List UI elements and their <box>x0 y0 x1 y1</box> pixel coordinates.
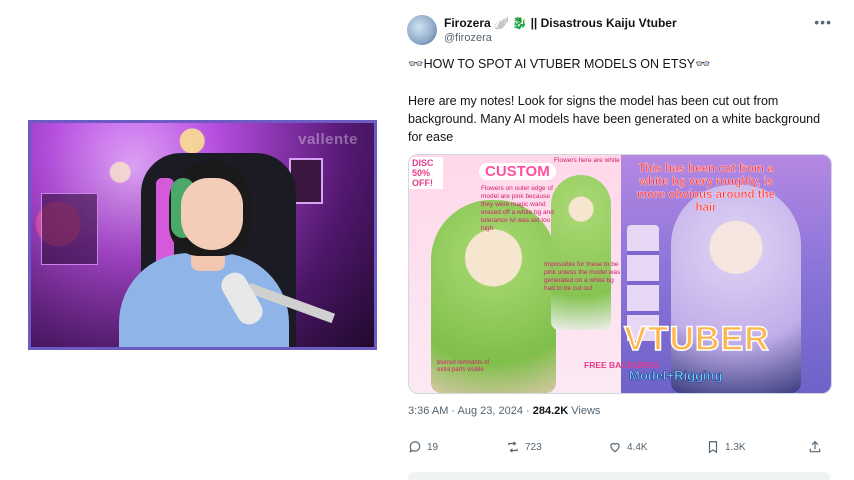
tweet-title: 👓HOW TO SPOT AI VTUBER MODELS ON ETSY👓 <box>408 57 711 71</box>
reply-button[interactable]: 19 <box>408 440 438 454</box>
green-haired-character-full <box>551 175 611 330</box>
like-count: 4.4K <box>627 441 648 453</box>
more-options-icon[interactable]: ••• <box>814 14 832 30</box>
tweet-actions: 19 723 4.4K 1.3K <box>408 440 830 460</box>
discount-label: DISC 50% OFF! <box>409 157 443 189</box>
heart-icon <box>610 443 620 453</box>
model-rigging-label: Model+Rigging <box>629 368 723 384</box>
tweet-meta: 3:36 AM · Aug 23, 2024 · 284.2K Views <box>408 405 600 417</box>
reply-composer-edge <box>408 472 830 480</box>
repost-button[interactable]: 723 <box>506 440 542 454</box>
note-cut-from-bg: This has been cut from a white bg very r… <box>636 163 775 214</box>
bookmark-count: 1.3K <box>725 441 746 453</box>
share-button[interactable] <box>808 440 822 454</box>
webcam-panel: vallente <box>28 120 377 350</box>
custom-label: CUSTOM <box>479 163 556 180</box>
repost-count: 723 <box>525 441 542 453</box>
repost-icon <box>508 441 518 453</box>
purple-haired-character <box>671 185 801 393</box>
reply-icon <box>409 441 421 453</box>
note-blurred: blurred remnants of extra parts visible <box>437 360 490 373</box>
tweet-card: Firozera 🪽 🐉 || Disastrous Kaiju Vtuber … <box>395 0 854 480</box>
user-handle[interactable]: @firozera <box>444 32 492 44</box>
bookmark-icon <box>708 441 718 454</box>
note-flowers-top: Flowers here are white <box>554 157 620 164</box>
bookmark-button[interactable]: 1.3K <box>706 440 746 454</box>
tweet-body: Here are my notes! Look for signs the mo… <box>408 94 821 144</box>
views-label: Views <box>568 405 601 417</box>
display-name[interactable]: Firozera 🪽 🐉 || Disastrous Kaiju Vtuber <box>444 16 677 30</box>
shelf <box>41 193 98 265</box>
tweet-timestamp[interactable]: 3:36 AM · Aug 23, 2024 · <box>408 405 533 417</box>
views-count: 284.2K <box>532 405 569 417</box>
like-button[interactable]: 4.4K <box>608 440 648 454</box>
streamer-face <box>181 178 243 250</box>
vtuber-label: VTUBER <box>623 319 770 359</box>
note-impossible: Impossible for these to be pink unless t… <box>544 261 621 292</box>
reply-count: 19 <box>427 441 439 453</box>
avatar[interactable] <box>407 15 437 45</box>
share-icon <box>809 440 821 453</box>
note-flowers-edge: Flowers on outer edge of model are pink … <box>481 185 554 232</box>
webcam-watermark: vallente <box>298 131 358 148</box>
tweet-media-image[interactable]: DISC 50% OFF! CUSTOM Flowers here are wh… <box>408 154 832 394</box>
